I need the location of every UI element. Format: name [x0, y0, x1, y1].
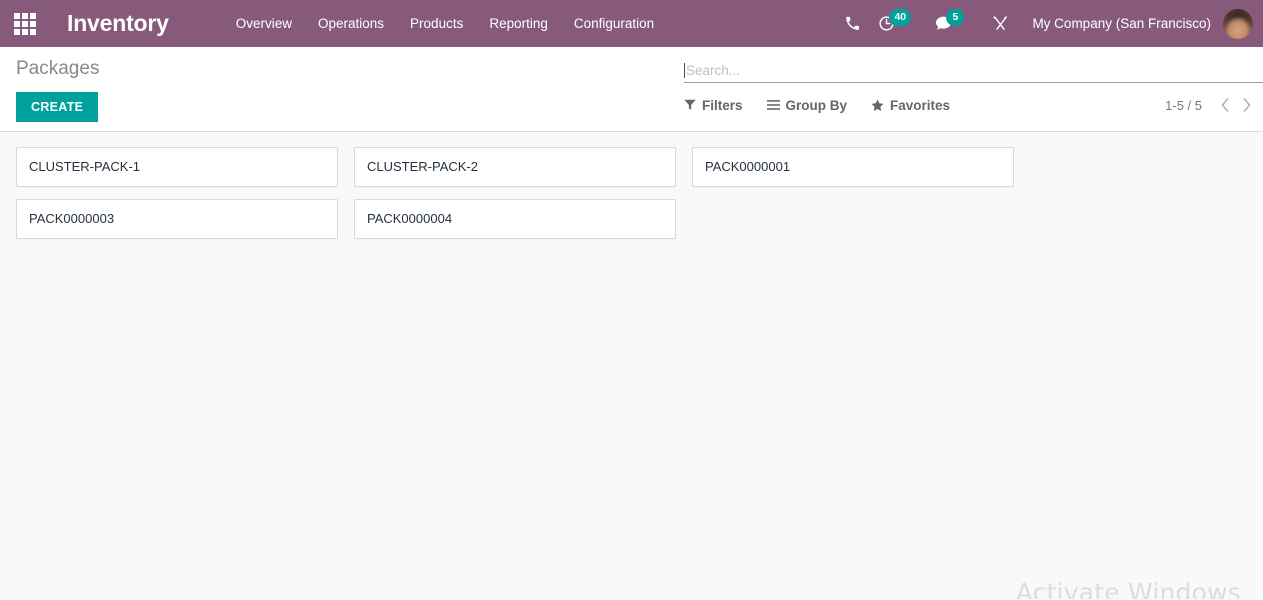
- kanban-card[interactable]: PACK0000004: [354, 199, 676, 239]
- avatar[interactable]: [1223, 8, 1253, 39]
- kanban-content: CLUSTER-PACK-1 CLUSTER-PACK-2 PACK000000…: [0, 132, 1263, 599]
- activate-windows-watermark: Activate Windows: [1016, 578, 1241, 599]
- filters-label: Filters: [702, 97, 743, 113]
- list-lines-icon: [766, 100, 780, 110]
- control-panel-left: Packages CREATE: [16, 47, 99, 122]
- company-switcher[interactable]: My Company (San Francisco): [1018, 16, 1221, 31]
- pager-next-button[interactable]: [1236, 97, 1258, 113]
- apps-menu-button[interactable]: [0, 0, 50, 47]
- activity-badge: 40: [889, 9, 912, 26]
- main-menu: Overview Operations Products Reporting C…: [223, 0, 667, 47]
- menu-item-operations[interactable]: Operations: [305, 0, 397, 47]
- pager: 1-5 / 5: [1165, 97, 1263, 113]
- package-name: CLUSTER-PACK-1: [29, 159, 141, 174]
- app-brand-inventory[interactable]: Inventory: [67, 10, 169, 37]
- menu-item-reporting[interactable]: Reporting: [476, 0, 561, 47]
- activity-clock-icon-button[interactable]: 40: [869, 0, 912, 47]
- tools-icon: [993, 16, 1008, 30]
- pager-previous-button[interactable]: [1214, 97, 1236, 113]
- messages-badge: 5: [946, 9, 965, 26]
- funnel-icon: [684, 99, 696, 110]
- package-name: PACK0000004: [367, 211, 453, 226]
- navbar-systray: 40 5 My Company (San Francisco): [836, 0, 1263, 47]
- package-name: CLUSTER-PACK-2: [367, 159, 479, 174]
- watermark-line1: Activate Windows: [1015, 578, 1241, 599]
- chevron-left-icon: [1221, 98, 1229, 112]
- package-name: PACK0000003: [29, 211, 115, 226]
- apps-grid-icon: [14, 12, 36, 35]
- chevron-right-icon: [1243, 98, 1251, 112]
- star-icon: [871, 98, 884, 111]
- search-bar[interactable]: [684, 47, 1263, 83]
- group-by-label: Group By: [785, 97, 848, 113]
- group-by-button[interactable]: Group By: [766, 97, 848, 113]
- top-navbar: Inventory Overview Operations Products R…: [0, 0, 1263, 47]
- favorites-button[interactable]: Favorites: [871, 98, 950, 113]
- kanban-grid: CLUSTER-PACK-1 CLUSTER-PACK-2 PACK000000…: [0, 141, 1263, 245]
- create-button[interactable]: CREATE: [16, 92, 99, 122]
- package-name: PACK0000001: [705, 159, 791, 174]
- filter-bar: Filters Group By Favorites 1-5 / 5: [684, 83, 1263, 124]
- menu-item-configuration[interactable]: Configuration: [561, 0, 667, 47]
- kanban-card[interactable]: CLUSTER-PACK-2: [354, 147, 676, 187]
- favorites-label: Favorites: [890, 97, 951, 113]
- phone-icon-button[interactable]: [836, 0, 869, 47]
- control-panel: Packages CREATE Filters Group By: [0, 47, 1263, 132]
- kanban-card[interactable]: PACK0000001: [692, 147, 1014, 187]
- avatar-image: [1223, 8, 1253, 39]
- kanban-card[interactable]: CLUSTER-PACK-1: [16, 147, 338, 187]
- control-panel-right: Filters Group By Favorites 1-5 / 5: [684, 47, 1263, 124]
- breadcrumb: Packages: [16, 58, 100, 79]
- search-input[interactable]: [685, 62, 1263, 79]
- messages-icon-button[interactable]: 5: [926, 0, 965, 47]
- kanban-card[interactable]: PACK0000003: [16, 199, 338, 239]
- filters-button[interactable]: Filters: [684, 98, 743, 113]
- menu-item-overview[interactable]: Overview: [223, 0, 305, 47]
- tools-icon-button[interactable]: [983, 0, 1018, 47]
- pager-count: 1-5 / 5: [1165, 97, 1202, 113]
- menu-item-products[interactable]: Products: [397, 0, 476, 47]
- phone-icon: [846, 16, 860, 30]
